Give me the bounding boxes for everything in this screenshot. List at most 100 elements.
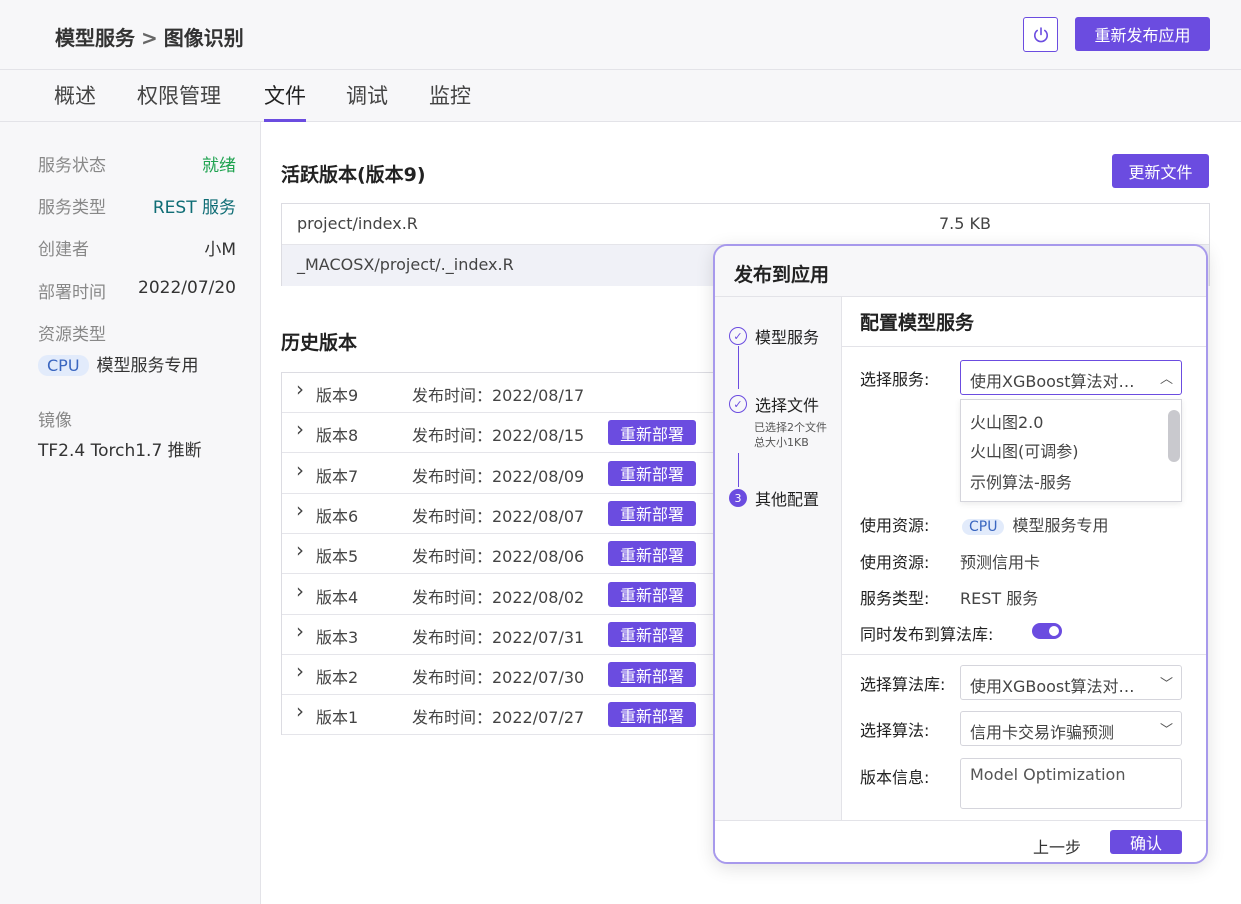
redeploy-button[interactable]: 重新部署 [608, 500, 696, 526]
chevron-right-icon[interactable]: › [296, 417, 304, 441]
cpu-badge: CPU [38, 355, 89, 376]
service-option[interactable]: 火山图(可调参) [970, 438, 1079, 462]
step-model-service[interactable]: ✓ 模型服务 [729, 324, 819, 348]
history-row[interactable]: › 版本3 发布时间：2022/07/31 重新部署 [282, 615, 722, 655]
cpu-badge: CPU [962, 519, 1005, 535]
algo-lib-select[interactable]: 使用XGBoost算法对信用卡交易诈骗进行预测 ﹀ [960, 665, 1182, 700]
service-option[interactable]: 火山图2.0 [970, 409, 1043, 433]
step-number: 3 [729, 489, 747, 507]
history-row[interactable]: › 版本5 发布时间：2022/08/06 重新部署 [282, 534, 722, 575]
section-title: 配置模型服务 [860, 312, 975, 334]
history-row[interactable]: › 版本8 发布时间：2022/08/15 重新部署 [282, 413, 722, 454]
version-label: 版本2 [316, 668, 359, 688]
select-service-dropdown[interactable]: 使用XGBoost算法对信用卡交易诈骗进行预测 ︿ [960, 360, 1182, 395]
chevron-right-icon[interactable]: › [296, 538, 304, 562]
version-label: 版本3 [316, 627, 359, 647]
breadcrumb-separator: > [141, 26, 158, 50]
redeploy-button[interactable]: 重新部署 [608, 420, 696, 446]
version-label: 版本9 [316, 386, 359, 405]
history-row[interactable]: › 版本2 发布时间：2022/07/30 重新部署 [282, 655, 722, 696]
power-button[interactable] [1023, 17, 1058, 52]
scrollbar-thumb[interactable] [1168, 410, 1180, 462]
publish-time: 发布时间：2022/08/02 [412, 587, 585, 607]
service-option[interactable]: 示例算法-服务 [970, 469, 1072, 493]
type-row: 服务类型 REST 服务 [38, 193, 236, 218]
select-service-value: 使用XGBoost算法对信用卡交易诈骗进行预测 [970, 372, 1150, 391]
resource-type-key: 资源类型 [38, 325, 106, 345]
step-select-files[interactable]: ✓ 选择文件 [729, 392, 819, 416]
step-connector [738, 453, 739, 487]
deploy-time-row: 部署时间 2022/07/20 [38, 278, 236, 303]
redeploy-button[interactable]: 重新部署 [608, 541, 696, 567]
chevron-right-icon[interactable]: › [296, 498, 304, 522]
status-key: 服务状态 [38, 156, 106, 176]
publish-time: 发布时间：2022/08/07 [412, 506, 585, 526]
chevron-right-icon[interactable]: › [296, 377, 304, 401]
publish-time: 发布时间：2022/08/09 [412, 466, 585, 486]
redeploy-button[interactable]: 重新部署 [608, 662, 696, 688]
service-info-sidebar: 服务状态 就绪 服务类型 REST 服务 创建者 小M 部署时间 2022/07/20 … [0, 122, 261, 904]
history-row[interactable]: › 版本9 发布时间：2022/08/17 [282, 373, 722, 413]
resource2-value: 预测信用卡 [960, 553, 1041, 572]
status-value: 就绪 [202, 156, 236, 176]
file-row[interactable]: project/index.R 7.5 KB [282, 204, 1209, 245]
creator-value: 小M [204, 240, 236, 260]
step-select-files-count: 已选择2个文件 [754, 421, 827, 434]
redeploy-button[interactable]: 重新部署 [608, 460, 696, 486]
resource2-label: 使用资源: [860, 553, 930, 572]
chevron-right-icon[interactable]: › [296, 458, 304, 482]
tab-permissions[interactable]: 权限管理 [137, 80, 221, 122]
publish-lib-toggle[interactable] [1032, 623, 1062, 639]
chevron-right-icon[interactable]: › [296, 659, 304, 683]
redeploy-button[interactable]: 重新部署 [608, 581, 696, 607]
chevron-right-icon[interactable]: › [296, 699, 304, 723]
divider [842, 654, 1206, 655]
step-other-config[interactable]: 3 其他配置 [729, 486, 819, 510]
tab-overview[interactable]: 概述 [54, 80, 96, 122]
stepper: ✓ 模型服务 ✓ 选择文件 已选择2个文件 总大小1KB 3 其他配置 [715, 297, 842, 820]
breadcrumb-parent[interactable]: 模型服务 [55, 26, 135, 50]
type-value: REST 服务 [152, 198, 236, 218]
update-file-button[interactable]: 更新文件 [1112, 154, 1209, 188]
redeploy-button[interactable]: 重新部署 [608, 702, 696, 728]
tab-files[interactable]: 文件 [264, 80, 306, 122]
history-row[interactable]: › 版本7 发布时间：2022/08/09 重新部署 [282, 454, 722, 494]
service-type-value: REST 服务 [960, 589, 1039, 608]
version-label: 版本5 [316, 547, 359, 567]
version-label: 版本4 [316, 587, 359, 607]
chevron-right-icon[interactable]: › [296, 579, 304, 603]
resource-text: 模型服务专用 [1012, 516, 1109, 535]
status-row: 服务状态 就绪 [38, 151, 236, 176]
version-label: 版本1 [316, 708, 359, 728]
redeploy-button[interactable]: 重新部署 [608, 621, 696, 647]
file-name: project/index.R [297, 214, 418, 233]
dialog-header: 发布到应用 [715, 246, 1206, 297]
check-icon: ✓ [729, 327, 747, 345]
tab-debug[interactable]: 调试 [346, 80, 388, 122]
divider [842, 346, 1206, 347]
chevron-right-icon[interactable]: › [296, 619, 304, 643]
algo-select[interactable]: 信用卡交易诈骗预测 ﹀ [960, 711, 1182, 746]
previous-step-button[interactable]: 上一步 [1033, 834, 1081, 858]
history-title: 历史版本 [281, 332, 358, 354]
republish-app-button[interactable]: 重新发布应用 [1075, 17, 1210, 51]
history-row[interactable]: › 版本1 发布时间：2022/07/27 重新部署 [282, 695, 722, 736]
version-label: 版本8 [316, 426, 359, 446]
history-row[interactable]: › 版本4 发布时间：2022/08/02 重新部署 [282, 575, 722, 615]
breadcrumb: 模型服务 > 图像识别 [55, 22, 244, 51]
history-row[interactable]: › 版本6 发布时间：2022/08/07 重新部署 [282, 494, 722, 534]
version-info-textarea[interactable]: Model Optimization [960, 758, 1182, 809]
algo-lib-value: 使用XGBoost算法对信用卡交易诈骗进行预测 [970, 677, 1150, 696]
publish-time: 发布时间：2022/07/31 [412, 627, 585, 647]
version-info-label: 版本信息: [860, 768, 930, 787]
confirm-button[interactable]: 确认 [1110, 830, 1182, 854]
service-options-list: 火山图2.0 火山图(可调参) 示例算法-服务 [960, 399, 1182, 502]
tab-monitor[interactable]: 监控 [429, 80, 471, 122]
algo-value: 信用卡交易诈骗预测 [970, 723, 1115, 742]
step-label: 选择文件 [755, 396, 820, 415]
check-icon: ✓ [729, 395, 747, 413]
version-label: 版本6 [316, 506, 359, 526]
file-size: 7.5 KB [939, 214, 991, 233]
creator-key: 创建者 [38, 240, 89, 260]
publish-time: 发布时间：2022/08/15 [412, 426, 585, 446]
